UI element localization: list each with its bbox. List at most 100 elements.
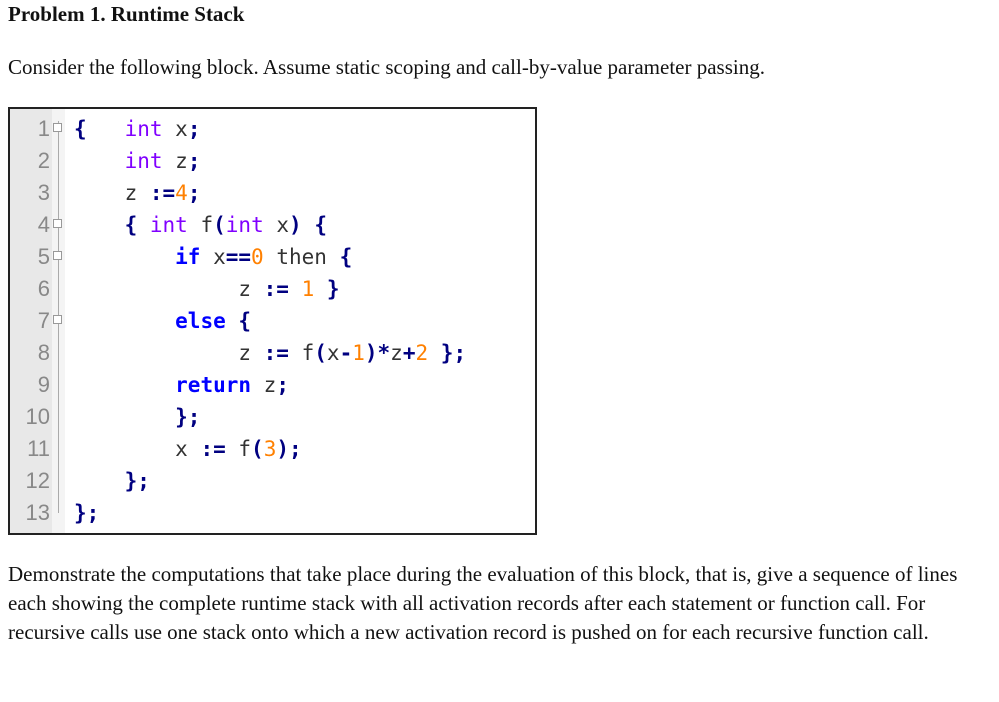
code-token: z (74, 277, 264, 301)
line-number: 3 (37, 180, 50, 205)
code-token: 2 (415, 341, 429, 365)
code-token: ); (276, 437, 302, 461)
code-token: if (175, 245, 201, 269)
code-token: ; (187, 181, 201, 205)
code-token: { (314, 213, 327, 237)
code-line: 13}; (10, 497, 535, 529)
code-token: ( (213, 213, 226, 237)
problem-title: Problem 1. Runtime Stack (8, 2, 245, 26)
code-token: int (225, 213, 264, 237)
code-block: 1{ int x; 2 int z; 3 z :=4; 4 { int f(int x… (8, 107, 537, 535)
problem-instructions: Demonstrate the computations that take p… (8, 562, 958, 644)
code-token: z (74, 341, 264, 365)
code-line: 10 }; (10, 401, 535, 433)
code-token: f (225, 437, 252, 461)
code-token: z (74, 181, 150, 205)
code-text: if x==0 then { (74, 241, 352, 273)
code-token: := (149, 181, 176, 205)
code-line: 9 return z; (10, 369, 535, 401)
code-text: }; (74, 465, 150, 497)
fold-toggle-icon[interactable] (53, 315, 62, 324)
code-token: := (200, 437, 226, 461)
line-number: 2 (37, 148, 50, 173)
line-number: 10 (25, 404, 50, 429)
code-text: z := f(x-1)*z+2 }; (74, 337, 466, 369)
code-text: return z; (74, 369, 289, 401)
code-token: f (187, 213, 214, 237)
code-token: f (288, 341, 315, 365)
code-line: 8 z := f(x-1)*z+2 }; (10, 337, 535, 369)
code-token: x (263, 213, 290, 237)
code-line: 7 else { (10, 305, 535, 337)
code-token: then (263, 245, 340, 269)
code-token: { (124, 213, 138, 237)
code-text: z :=4; (74, 177, 201, 209)
line-number: 12 (25, 468, 50, 493)
code-text: else { (74, 305, 251, 337)
line-number: 6 (37, 276, 50, 301)
line-number: 5 (37, 244, 50, 269)
code-token: x (200, 245, 226, 269)
code-token: }; (175, 405, 201, 429)
code-text: }; (74, 401, 200, 433)
code-line: 12 }; (10, 465, 535, 497)
code-token: - (339, 341, 353, 365)
code-line: 6 z := 1 } (10, 273, 535, 305)
code-line: 5 if x==0 then { (10, 241, 535, 273)
code-token: 1 (352, 341, 365, 365)
fold-toggle-icon[interactable] (53, 251, 62, 260)
code-text: { int f(int x) { (74, 209, 327, 241)
code-token: == (225, 245, 252, 269)
code-line: 3 z :=4; (10, 177, 535, 209)
code-token: }; (74, 501, 100, 525)
code-token: int (124, 149, 163, 173)
line-number: 11 (27, 436, 50, 461)
code-text: int z; (74, 145, 201, 177)
line-number: 8 (37, 340, 50, 365)
line-number: 7 (37, 308, 50, 333)
code-token: } (326, 277, 340, 301)
line-number: 13 (25, 500, 50, 525)
code-token: return (175, 373, 252, 397)
code-text: }; (74, 497, 99, 529)
code-token: 0 (251, 245, 264, 269)
code-token: ; (187, 117, 201, 141)
code-token: x (74, 437, 201, 461)
code-text: x := f(3); (74, 433, 302, 465)
code-token: 4 (175, 181, 188, 205)
code-token: := (263, 341, 289, 365)
code-line: 11 x := f(3); (10, 433, 535, 465)
code-token: { (74, 117, 87, 141)
fold-toggle-icon[interactable] (53, 123, 62, 132)
problem-intro: Consider the following block. Assume sta… (8, 55, 765, 79)
code-token: ; (187, 149, 201, 173)
code-token: else (175, 309, 226, 333)
code-token: z (162, 149, 188, 173)
code-line: 1 { int x; (10, 113, 535, 145)
code-token: 3 (263, 437, 277, 461)
code-token: x (162, 117, 188, 141)
code-text: z := 1 } (74, 273, 340, 305)
code-text: { int x; (74, 113, 200, 145)
code-token: }; (124, 469, 150, 493)
code-token: z (390, 341, 403, 365)
fold-toggle-icon[interactable] (53, 219, 62, 228)
code-token: )* (364, 341, 391, 365)
code-line: 2 int z; (10, 145, 535, 177)
code-token: int (124, 117, 163, 141)
code-token: ( (251, 437, 264, 461)
line-number: 4 (37, 212, 50, 237)
